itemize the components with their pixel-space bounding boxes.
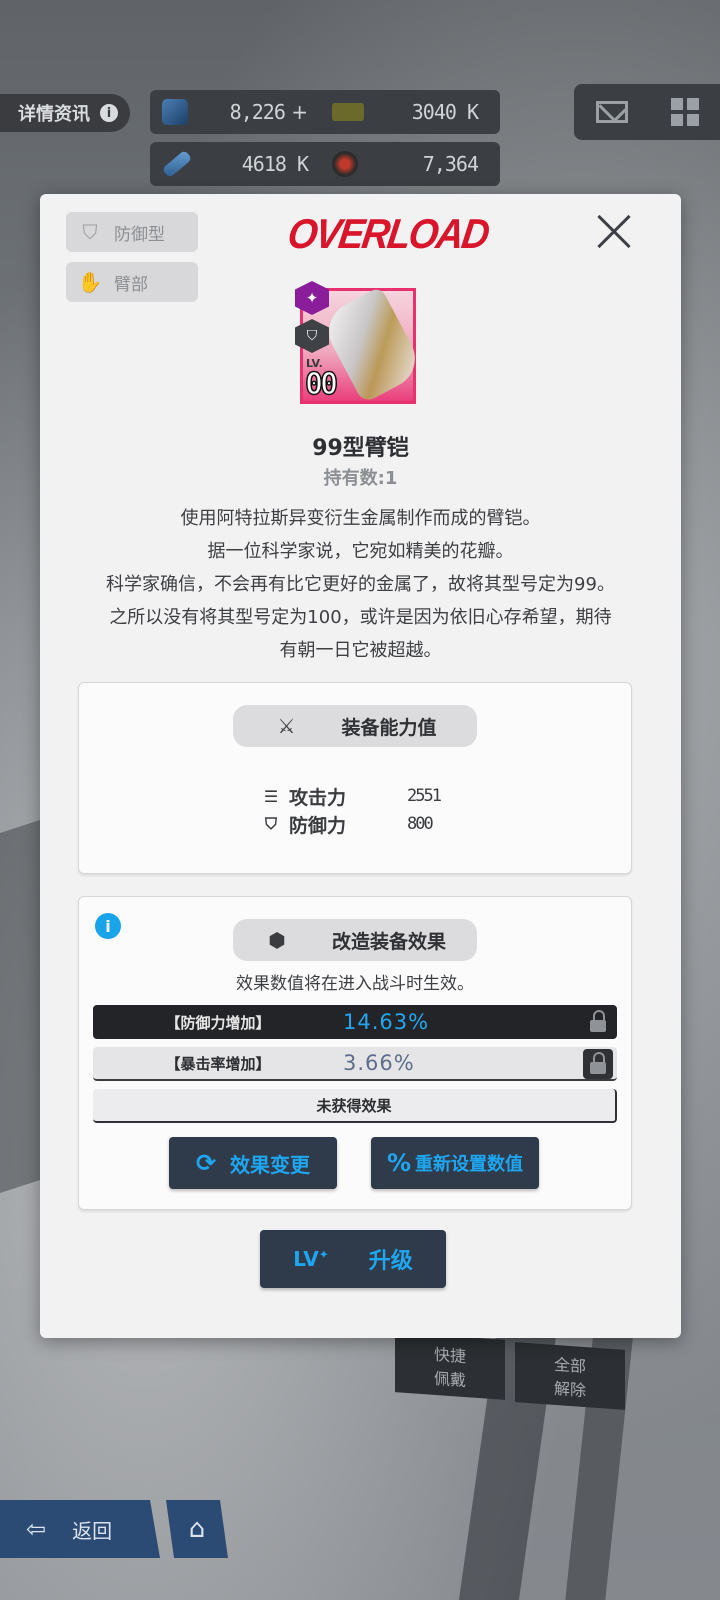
resource-credit: 3040 K <box>320 100 490 124</box>
item-level-value: 00 <box>304 366 339 403</box>
owned-count: 持有数:1 <box>323 468 398 489</box>
stat-value: 800 <box>407 814 434 834</box>
modification-effects-panel: i ⬢ 改造装备效果 效果数值将在进入战斗时生效。 【防御力增加】 14.63%… <box>78 896 632 1210</box>
back-label: 返回 <box>72 1518 113 1543</box>
unlock-icon <box>590 1052 606 1074</box>
resource-bar-top: 8,226 + 3040 K <box>150 90 500 134</box>
description-line: 科学家确信，不会再有比它更好的金属了，故将其型号定为99。 <box>106 574 615 595</box>
item-card: ✦ ⛉ LV. 00 <box>295 281 426 404</box>
quick-equip-button[interactable]: 快捷 佩戴 <box>395 1332 505 1400</box>
resource-battle-data: 4618 K <box>150 149 320 179</box>
stat-label: 防御力 <box>289 814 347 837</box>
crystal-icon <box>162 99 188 125</box>
slot-tag-label: 臂部 <box>114 274 148 295</box>
mail-icon[interactable] <box>595 101 628 123</box>
mod-panel-title: ⬢ 改造装备效果 <box>233 919 477 961</box>
exit-icon: ⇦ <box>26 1515 47 1543</box>
description-line: 有朝一日它被超越。 <box>279 640 442 661</box>
change-effect-button[interactable]: ⟳ 效果变更 <box>169 1137 337 1189</box>
detail-info-button[interactable]: 详情资讯 i <box>0 94 130 132</box>
overload-logo: OVERLOAD <box>284 211 491 259</box>
class-badge-icon: ⛉ <box>295 319 329 353</box>
effect-value: 3.66% <box>343 1051 415 1075</box>
description-line: 据一位科学家说，它宛如精美的花瓣。 <box>207 541 514 562</box>
unequip-all-button[interactable]: 全部 解除 <box>515 1342 625 1410</box>
credit-value: 3040 K <box>411 100 479 124</box>
top-right-menu <box>574 84 720 140</box>
resource-crystal[interactable]: 8,226 + <box>150 99 320 125</box>
description-line: 之所以没有将其型号定为100，或许是因为依旧心存希望，期待 <box>109 607 612 628</box>
cube-icon: ⬢ <box>268 928 286 952</box>
detail-info-label: 详情资讯 <box>18 104 90 125</box>
lock-toggle[interactable] <box>583 1049 613 1079</box>
upgrade-button[interactable]: LV✦ 升级 <box>260 1230 446 1288</box>
percent-icon: % <box>386 1149 412 1177</box>
shield-icon: ⛉ <box>82 220 98 244</box>
defense-icon: ⛉ <box>264 814 277 833</box>
equipment-detail-modal: ⛉ 防御型 ✋ 臂部 OVERLOAD ✦ ⛉ LV. 00 99型臂铠 持有数… <box>40 194 681 1338</box>
menu-grid-icon[interactable] <box>670 98 699 126</box>
mod-title-label: 改造装备效果 <box>331 930 446 953</box>
core-dust-icon <box>332 151 358 177</box>
add-crystal-icon[interactable]: + <box>291 100 308 124</box>
stat-label: 攻击力 <box>289 786 347 809</box>
level-up-icon: LV✦ <box>293 1247 329 1271</box>
mod-note: 效果数值将在进入战斗时生效。 <box>236 974 474 994</box>
battle-data-icon <box>161 149 193 179</box>
equipment-stats-panel: ⚔ 装备能力值 ☰ 攻击力 2551 ⛉ 防御力 800 <box>78 682 632 874</box>
home-button[interactable]: ⌂ <box>166 1500 228 1558</box>
attack-icon: ☰ <box>263 786 279 806</box>
type-tag-arm: ✋ 臂部 <box>66 262 198 302</box>
back-button[interactable]: ⇦ 返回 <box>0 1500 160 1558</box>
no-effect-label: 未获得效果 <box>316 1096 392 1115</box>
description-line: 使用阿特拉斯异变衍生金属制作而成的臂铠。 <box>180 508 541 529</box>
effect-value: 14.63% <box>343 1010 430 1034</box>
stats-title-label: 装备能力值 <box>341 716 437 739</box>
stat-row-attack: ☰ 攻击力 2551 <box>259 783 479 809</box>
item-name: 99型臂铠 <box>312 436 409 461</box>
quick-equip-label: 快捷 佩戴 <box>433 1344 466 1391</box>
stat-row-defense: ⛉ 防御力 800 <box>259 811 479 837</box>
close-button[interactable] <box>596 214 632 250</box>
effect-row-empty: 未获得效果 <box>93 1089 617 1123</box>
core-dust-value: 7,364 <box>422 152 479 176</box>
reset-values-button[interactable]: % 重新设置数值 <box>371 1137 539 1189</box>
hand-icon: ✋ <box>77 270 103 294</box>
battle-data-value: 4618 K <box>241 152 309 176</box>
stats-panel-title: ⚔ 装备能力值 <box>233 705 477 747</box>
info-icon[interactable]: i <box>95 913 121 939</box>
crystal-value: 8,226 <box>229 100 286 124</box>
change-effect-label: 效果变更 <box>230 1152 311 1177</box>
level-up-icon-text: LV <box>293 1247 319 1271</box>
reset-values-label: 重新设置数值 <box>415 1154 524 1175</box>
unequip-all-label: 全部 解除 <box>553 1354 586 1401</box>
credit-card-icon <box>332 103 364 121</box>
resource-core-dust: 7,364 <box>320 151 490 177</box>
stat-value: 2551 <box>407 786 442 806</box>
effect-name: 【防御力增加】 <box>165 1013 271 1032</box>
unlock-icon <box>590 1010 606 1032</box>
effect-name: 【暴击率增加】 <box>165 1054 271 1073</box>
type-tag-label: 防御型 <box>114 224 165 245</box>
crossed-swords-icon: ⚔ <box>277 714 296 738</box>
refresh-icon: ⟳ <box>195 1149 217 1177</box>
resource-bar-bottom: 4618 K 7,364 <box>150 142 500 186</box>
upgrade-label: 升级 <box>368 1249 413 1274</box>
rarity-badge-icon: ✦ <box>295 281 329 315</box>
type-tag-defense: ⛉ 防御型 <box>66 212 198 252</box>
info-icon: i <box>100 104 118 122</box>
lock-toggle[interactable] <box>583 1007 613 1037</box>
effect-row-defense: 【防御力增加】 14.63% <box>93 1005 617 1039</box>
item-description: 使用阿特拉斯异变衍生金属制作而成的臂铠。 据一位科学家说，它宛如精美的花瓣。 科… <box>64 502 657 667</box>
home-icon: ⌂ <box>188 1514 206 1544</box>
effect-row-crit: 【暴击率增加】 3.66% <box>93 1047 617 1081</box>
